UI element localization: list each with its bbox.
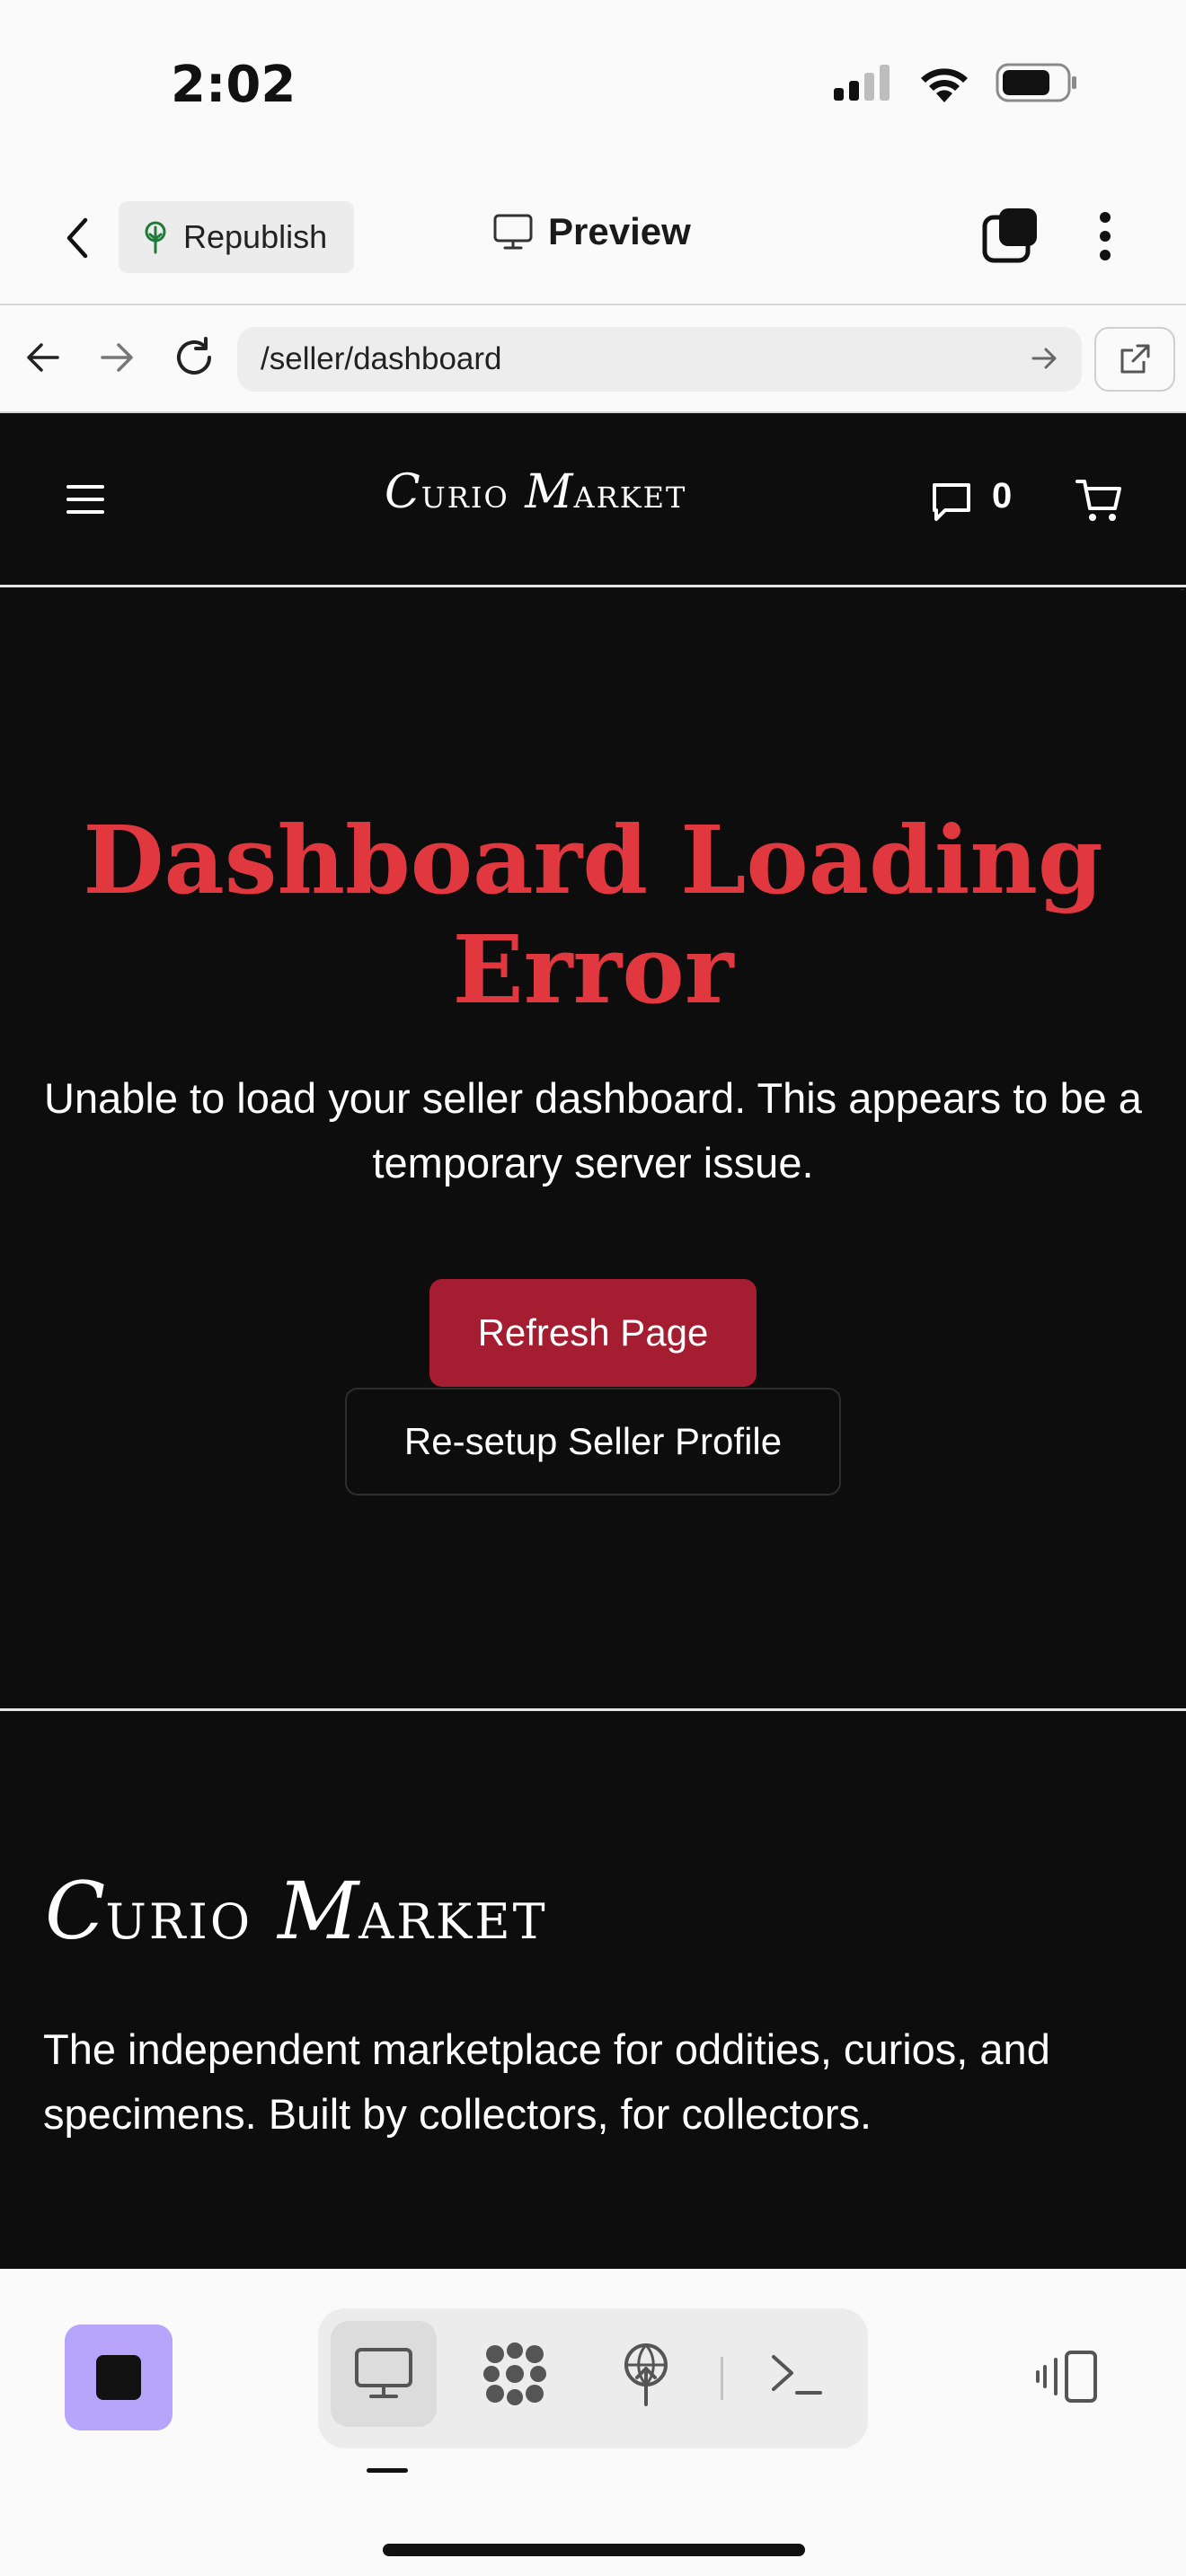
apps-tool-button[interactable]: [462, 2321, 568, 2427]
arrow-right-icon: [101, 343, 133, 372]
footer-tagline: The independent marketplace for oddities…: [43, 2025, 1050, 2138]
footer-logo: Curio Market: [45, 1865, 548, 1957]
more-button[interactable]: [1087, 207, 1123, 266]
status-time: 2:02: [171, 56, 296, 114]
apps-icon: [483, 2342, 546, 2405]
bottom-toolbar: [0, 2269, 1186, 2576]
tool-switcher: [318, 2308, 868, 2448]
back-button[interactable]: [56, 213, 99, 263]
preview-label: Preview: [548, 210, 691, 252]
open-external-button[interactable]: [1094, 327, 1175, 392]
hamburger-icon[interactable]: [66, 485, 104, 514]
layout-icon: [1036, 2351, 1097, 2403]
site-header: Curio Market 0: [0, 413, 1186, 587]
stop-button[interactable]: [65, 2325, 173, 2430]
publish-tool-button[interactable]: [593, 2321, 699, 2427]
wifi-icon: [921, 68, 968, 102]
refresh-page-button[interactable]: Refresh Page: [429, 1279, 757, 1387]
desktop-tool-button[interactable]: [331, 2321, 437, 2427]
resetup-seller-profile-button[interactable]: Re-setup Seller Profile: [345, 1388, 841, 1495]
site-footer: Curio Market The independent marketplace…: [0, 1712, 1186, 2269]
signal-icon: [834, 65, 890, 101]
tree-icon: [145, 221, 166, 254]
active-tool-indicator: [367, 2468, 408, 2473]
url-text: /seller/dashboard: [261, 341, 502, 376]
go-icon[interactable]: [1030, 343, 1060, 374]
reload-button[interactable]: [169, 332, 219, 383]
message-count: 0: [992, 476, 1013, 516]
url-bar: /seller/dashboard: [0, 305, 1186, 413]
home-indicator: [383, 2544, 805, 2556]
terminal-tool-button[interactable]: [744, 2321, 850, 2427]
status-bar: 2:02: [0, 0, 1186, 171]
url-input[interactable]: /seller/dashboard: [237, 327, 1082, 392]
stop-icon: [96, 2355, 141, 2400]
error-title: Dashboard Loading Error: [83, 805, 1103, 1025]
toolbar-divider: [721, 2357, 723, 2400]
external-link-icon: [1120, 344, 1150, 374]
back-chevron-icon: [66, 217, 88, 259]
preview-mode[interactable]: Preview: [492, 210, 691, 253]
republish-label: Republish: [183, 218, 328, 255]
more-icon: [1100, 212, 1111, 223]
arrow-left-icon: [27, 343, 59, 372]
reload-icon: [177, 337, 211, 375]
error-description: Unable to load your seller dashboard. Th…: [44, 1074, 1142, 1187]
browser-forward-button[interactable]: [92, 332, 142, 383]
site-logo[interactable]: Curio Market: [385, 465, 686, 519]
monitor-icon: [493, 214, 533, 250]
message-icon[interactable]: [929, 480, 974, 525]
cart-icon[interactable]: [1075, 476, 1123, 525]
tabs-icon: [982, 208, 1037, 263]
app-top-bar: Republish Preview: [0, 171, 1186, 305]
terminal-icon: [772, 2355, 822, 2395]
browser-back-button[interactable]: [18, 332, 68, 383]
error-section: Dashboard Loading Error Unable to load y…: [0, 590, 1186, 1711]
status-icons: [832, 63, 1078, 102]
republish-button[interactable]: Republish: [119, 201, 354, 273]
battery-icon: [996, 63, 1076, 102]
layout-toggle-button[interactable]: [1031, 2341, 1103, 2413]
publish-icon: [624, 2343, 668, 2406]
desktop-icon: [355, 2348, 412, 2398]
tabs-button[interactable]: [981, 207, 1040, 266]
